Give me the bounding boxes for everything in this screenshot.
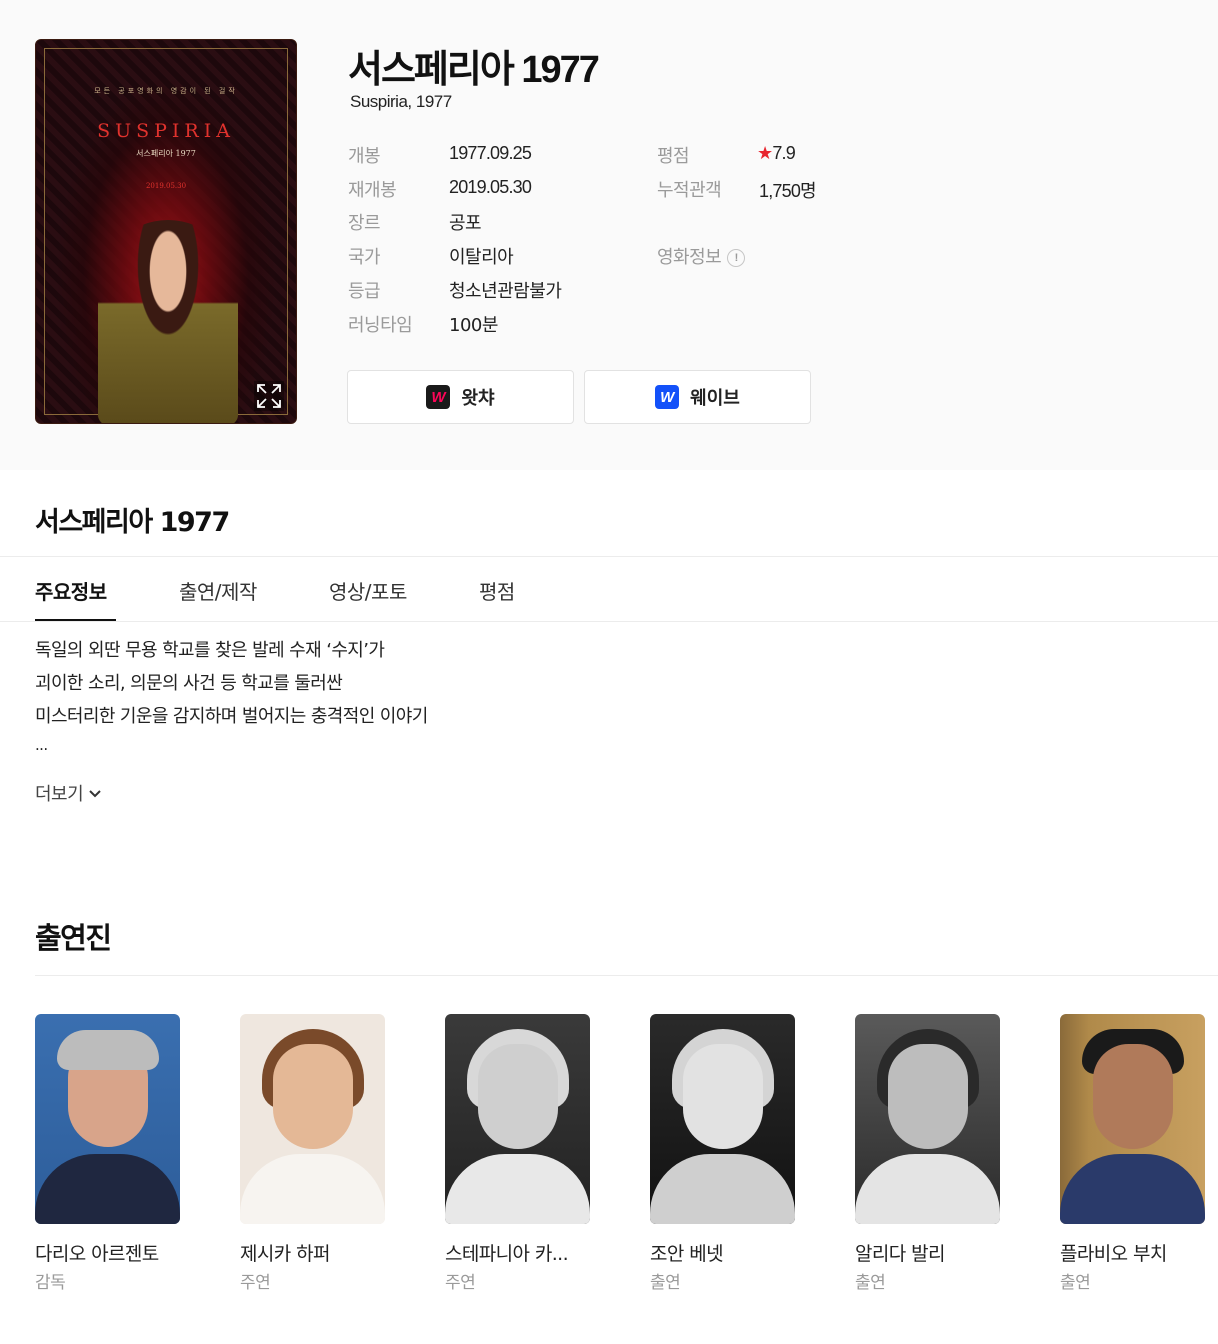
tab-video-photo[interactable]: 영상/포토 bbox=[329, 576, 407, 605]
cast-photo[interactable] bbox=[855, 1014, 1000, 1224]
section-divider bbox=[0, 556, 1218, 557]
release-date-label: 개봉 bbox=[348, 146, 381, 167]
cast-photo[interactable] bbox=[445, 1014, 590, 1224]
tab-main-info[interactable]: 주요정보 bbox=[35, 576, 107, 605]
tabs-divider bbox=[0, 621, 1218, 622]
rating-grade-label: 등급 bbox=[348, 281, 381, 302]
hair-shape bbox=[57, 1030, 159, 1070]
cast-photo[interactable] bbox=[240, 1014, 385, 1224]
audience-value: 1,750명 bbox=[759, 181, 817, 201]
synopsis-line: 미스터리한 기운을 감지하며 벌어지는 충격적인 이야기 bbox=[35, 706, 428, 727]
release-date-value: 1977.09.25 bbox=[449, 143, 532, 163]
country-label: 국가 bbox=[348, 247, 381, 268]
chevron-down-icon bbox=[89, 790, 101, 798]
rerelease-date-value: 2019.05.30 bbox=[449, 177, 532, 197]
face-shape bbox=[478, 1044, 558, 1149]
info-icon[interactable]: ! bbox=[727, 249, 746, 267]
cast-card[interactable]: 조안 베넷 출연 bbox=[650, 1014, 810, 1293]
body-shape bbox=[35, 1154, 180, 1224]
more-button[interactable]: 더보기 bbox=[35, 780, 103, 806]
cast-name[interactable]: 알리다 발리 bbox=[855, 1239, 1015, 1266]
rerelease-date-label: 재개봉 bbox=[348, 180, 397, 201]
watcha-logo-icon: W bbox=[426, 385, 451, 409]
cast-role: 출연 bbox=[650, 1273, 681, 1293]
cast-role: 출연 bbox=[1060, 1273, 1091, 1293]
poster-tagline: 모든 공포영화의 영감이 된 걸작 bbox=[94, 87, 238, 95]
cast-photo[interactable] bbox=[1060, 1014, 1205, 1224]
watcha-button[interactable]: W 왓챠 bbox=[347, 370, 574, 424]
cast-name[interactable]: 스테파니아 카... bbox=[445, 1239, 605, 1266]
cast-photo[interactable] bbox=[35, 1014, 180, 1224]
tab-cast-crew[interactable]: 출연/제작 bbox=[179, 576, 257, 605]
poster-title: SUSPIRIA bbox=[97, 120, 235, 142]
body-shape bbox=[650, 1154, 795, 1224]
score-value: 7.9 bbox=[772, 143, 795, 163]
cast-card[interactable]: 스테파니아 카... 주연 bbox=[445, 1014, 605, 1293]
genre-value: 공포 bbox=[449, 213, 482, 234]
wavve-logo-icon: W bbox=[655, 385, 680, 409]
face-shape bbox=[1093, 1044, 1173, 1149]
cast-role: 주연 bbox=[240, 1273, 271, 1293]
synopsis-line: 독일의 외딴 무용 학교를 찾은 발레 수재 ‘수지’가 bbox=[35, 640, 385, 661]
expand-icon[interactable] bbox=[254, 381, 284, 411]
wavve-button[interactable]: W 웨이브 bbox=[584, 370, 811, 424]
rating-grade-value: 청소년관람불가 bbox=[449, 281, 562, 302]
tab-rating[interactable]: 평점 bbox=[479, 576, 515, 605]
cast-card[interactable]: 제시카 하퍼 주연 bbox=[240, 1014, 400, 1293]
body-shape bbox=[1060, 1154, 1205, 1224]
movie-info-label: 영화정보 bbox=[657, 247, 722, 268]
cast-section-title: 출연진 bbox=[35, 921, 112, 955]
movie-original-title: Suspiria, 1977 bbox=[350, 92, 452, 111]
movie-info-link[interactable]: 영화정보! bbox=[657, 243, 746, 269]
movie-poster[interactable]: 모든 공포영화의 영감이 된 걸작 SUSPIRIA 서스페리아 1977 20… bbox=[35, 39, 297, 424]
section-title: 서스페리아 1977 bbox=[35, 507, 230, 538]
synopsis-line: 괴이한 소리, 의문의 사건 등 학교를 둘러싼 bbox=[35, 673, 343, 694]
audience-label: 누적관객 bbox=[657, 180, 722, 201]
cast-divider bbox=[35, 975, 1218, 976]
movie-title: 서스페리아 1977 bbox=[348, 49, 600, 91]
body-shape bbox=[240, 1154, 385, 1224]
cast-name[interactable]: 다리오 아르젠토 bbox=[35, 1239, 195, 1266]
cast-name[interactable]: 조안 베넷 bbox=[650, 1239, 810, 1266]
country-value: 이탈리아 bbox=[449, 247, 514, 268]
poster-subtitle: 서스페리아 1977 bbox=[136, 149, 196, 158]
cast-role: 감독 bbox=[35, 1273, 66, 1293]
body-shape bbox=[445, 1154, 590, 1224]
running-time-label: 러닝타임 bbox=[348, 315, 413, 336]
cast-name[interactable]: 플라비오 부치 bbox=[1060, 1239, 1218, 1266]
wavve-label: 웨이브 bbox=[690, 388, 740, 409]
star-icon: ★ bbox=[757, 143, 773, 163]
face-shape bbox=[888, 1044, 968, 1149]
synopsis-ellipsis: ... bbox=[35, 736, 48, 754]
poster-figure bbox=[98, 220, 238, 423]
cast-photo[interactable] bbox=[650, 1014, 795, 1224]
face-shape bbox=[273, 1044, 353, 1149]
more-label: 더보기 bbox=[35, 784, 84, 805]
score-value-group: ★7.9 bbox=[757, 143, 796, 164]
cast-role: 주연 bbox=[445, 1273, 476, 1293]
cast-role: 출연 bbox=[855, 1273, 886, 1293]
watcha-label: 왓챠 bbox=[461, 388, 495, 409]
body-shape bbox=[855, 1154, 1000, 1224]
poster-date: 2019.05.30 bbox=[145, 182, 187, 190]
cast-card[interactable]: 플라비오 부치 출연 bbox=[1060, 1014, 1218, 1293]
cast-name[interactable]: 제시카 하퍼 bbox=[240, 1239, 400, 1266]
score-label: 평점 bbox=[657, 146, 690, 167]
cast-card[interactable]: 다리오 아르젠토 감독 bbox=[35, 1014, 195, 1293]
face-shape bbox=[683, 1044, 763, 1149]
running-time-value: 100분 bbox=[449, 315, 498, 336]
cast-card[interactable]: 알리다 발리 출연 bbox=[855, 1014, 1015, 1293]
genre-label: 장르 bbox=[348, 213, 381, 234]
